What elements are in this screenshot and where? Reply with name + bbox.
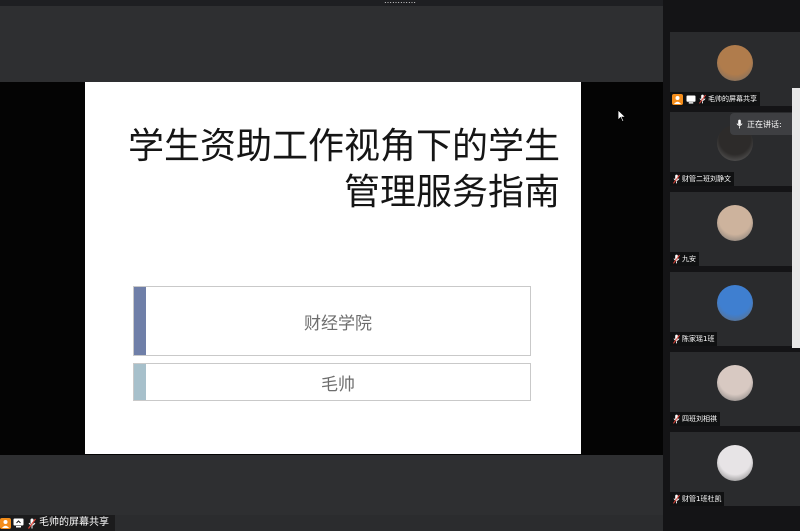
participant-name: 四班刘相祺 xyxy=(682,415,717,423)
speaking-mic-icon xyxy=(736,119,743,129)
participant-tile[interactable]: 四班刘相祺 xyxy=(670,352,800,426)
mouse-cursor-icon xyxy=(618,110,627,122)
share-status-label: 毛帅的屏幕共享 xyxy=(39,517,109,528)
screen-share-view[interactable]: 学生资助工作视角下的学生 管理服务指南 财经学院 毛帅 xyxy=(0,6,663,531)
participant-avatar xyxy=(717,45,753,81)
presenter-box: 毛帅 xyxy=(133,363,531,401)
screen-share-icon xyxy=(685,94,696,105)
slide-title: 学生资助工作视角下的学生 管理服务指南 xyxy=(95,124,560,216)
participant-name-row: 财管1班杜凯 xyxy=(670,492,725,506)
participant-avatar xyxy=(717,445,753,481)
participant-name-row: 财管二班刘静文 xyxy=(670,172,734,186)
muted-mic-icon xyxy=(672,334,680,344)
share-status-bar: 毛帅的屏幕共享 xyxy=(0,515,115,531)
college-accent-bar xyxy=(134,287,146,355)
participant-tile[interactable]: 财管1班杜凯 xyxy=(670,432,800,506)
participant-name: 财管二班刘静文 xyxy=(682,175,731,183)
participant-panel[interactable]: 毛帅的屏幕共享财管二班刘静文 九安陈家瑶1班四班刘相祺财管1班杜凯 xyxy=(663,0,800,531)
participant-avatar xyxy=(717,285,753,321)
screen-share-icon xyxy=(13,518,24,529)
speaking-indicator: 正在讲话: xyxy=(730,113,800,135)
share-top-band xyxy=(0,6,663,82)
meeting-window: ………… 学生资助工作视角下的学生 管理服务指南 财经学院 毛帅 毛帅的屏幕共享… xyxy=(0,0,800,531)
college-box: 财经学院 xyxy=(133,286,531,356)
panel-scrollbar[interactable] xyxy=(792,88,800,348)
slide-title-line-1: 学生资助工作视角下的学生 xyxy=(127,126,560,167)
host-person-icon xyxy=(672,93,683,105)
speaking-label: 正在讲话: xyxy=(747,119,782,129)
muted-mic-icon xyxy=(672,254,680,264)
participant-name-row: 四班刘相祺 xyxy=(670,412,720,426)
college-name: 财经学院 xyxy=(304,313,372,334)
slide: 学生资助工作视角下的学生 管理服务指南 财经学院 毛帅 xyxy=(85,82,581,454)
muted-mic-icon xyxy=(698,94,706,104)
participant-name: 财管1班杜凯 xyxy=(682,495,722,503)
participant-tile[interactable]: 陈家瑶1班 xyxy=(670,272,800,346)
slide-title-line-2: 管理服务指南 xyxy=(343,172,560,213)
participant-name-row: 陈家瑶1班 xyxy=(670,332,718,346)
muted-mic-icon xyxy=(672,174,680,184)
participant-avatar xyxy=(717,205,753,241)
presenter-name: 毛帅 xyxy=(321,374,355,395)
participant-name: 毛帅的屏幕共享 xyxy=(708,95,757,103)
participant-avatar xyxy=(717,365,753,401)
muted-mic-icon xyxy=(672,414,680,424)
participant-name-row: 九安 xyxy=(670,252,699,266)
participant-name-row: 毛帅的屏幕共享 xyxy=(670,92,760,106)
host-person-icon xyxy=(0,517,11,529)
muted-mic-icon xyxy=(672,494,680,504)
participant-name: 陈家瑶1班 xyxy=(682,335,715,343)
participant-name: 九安 xyxy=(682,255,696,263)
participant-tile[interactable]: 九安 xyxy=(670,192,800,266)
presenter-accent-bar xyxy=(134,364,146,400)
mic-icon xyxy=(26,518,37,529)
share-bottom-band xyxy=(0,455,663,515)
participant-tile[interactable]: 毛帅的屏幕共享 xyxy=(670,32,800,106)
